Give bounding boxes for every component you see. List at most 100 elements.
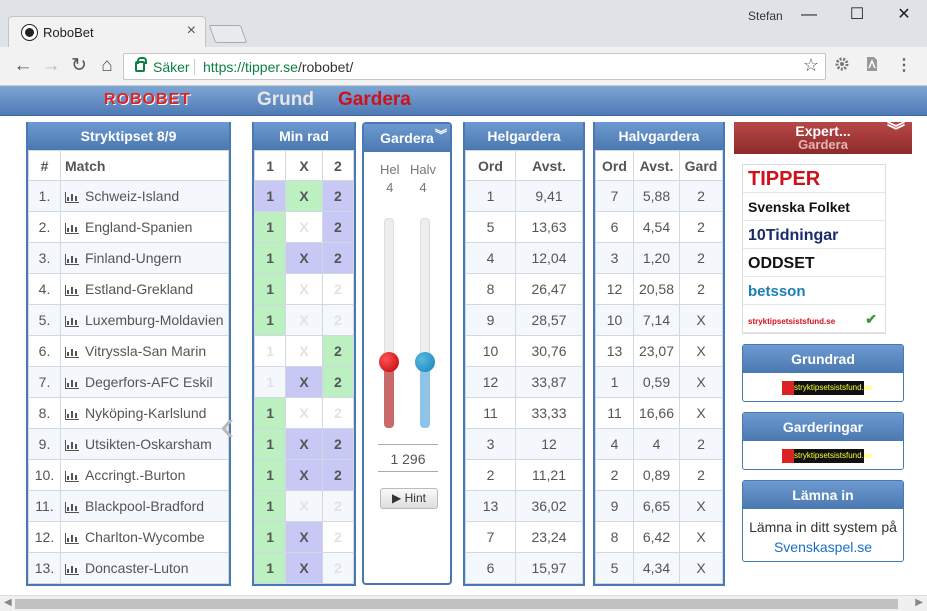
pick-1-cell[interactable]: 1 xyxy=(253,273,287,305)
pick-x-cell[interactable]: X xyxy=(285,521,323,553)
pick-1-cell[interactable]: 1 xyxy=(253,180,287,212)
match-cell[interactable]: Utsikten-Oskarsham xyxy=(60,428,229,460)
pick-2-cell[interactable]: 2 xyxy=(321,521,355,553)
url-text[interactable]: https://tipper.se/robobet/ xyxy=(203,59,353,75)
match-cell[interactable]: Blackpool-Bradford xyxy=(60,490,229,522)
pick-x-cell[interactable]: X xyxy=(285,242,323,274)
robobet-logo[interactable]: ROBOBET xyxy=(104,91,191,109)
address-bar[interactable]: Säker https://tipper.se/robobet/ ☆ xyxy=(123,53,826,80)
match-cell[interactable]: England-Spanien xyxy=(60,211,229,243)
pick-2-cell[interactable]: 2 xyxy=(321,490,355,522)
pick-1-cell[interactable]: 1 xyxy=(253,428,287,460)
match-cell[interactable]: Doncaster-Luton xyxy=(60,552,229,584)
extension-gear-icon[interactable] xyxy=(832,56,852,76)
pick-2-cell[interactable]: 2 xyxy=(321,180,355,212)
nav-grund[interactable]: Grund xyxy=(257,89,314,111)
match-cell[interactable]: Nyköping-Karlslund xyxy=(60,397,229,429)
halv-slider-knob[interactable] xyxy=(415,352,435,372)
menu-icon[interactable]: ⋮ xyxy=(894,56,914,76)
pick-x-cell[interactable]: X xyxy=(285,459,323,491)
nav-gardera[interactable]: Gardera xyxy=(338,89,411,111)
bar-chart-icon[interactable] xyxy=(65,470,79,482)
pdf-extension-icon[interactable] xyxy=(862,56,882,76)
expert-source-item[interactable]: 10Tidningar xyxy=(743,221,885,249)
hint-button[interactable]: ▶ Hint xyxy=(380,488,438,509)
pick-x-cell[interactable]: X xyxy=(285,304,323,336)
bar-chart-icon[interactable] xyxy=(65,346,79,358)
pick-1-cell[interactable]: 1 xyxy=(253,335,287,367)
pick-1-cell[interactable]: 1 xyxy=(253,366,287,398)
scroll-left-icon[interactable]: ◀ xyxy=(4,597,12,608)
bar-chart-icon[interactable] xyxy=(65,377,79,389)
pick-x-cell[interactable]: X xyxy=(285,428,323,460)
match-cell[interactable]: Luxemburg-Moldavien xyxy=(60,304,229,336)
reload-icon[interactable]: ↻ xyxy=(68,55,90,77)
pick-1-cell[interactable]: 1 xyxy=(253,397,287,429)
pick-1-cell[interactable]: 1 xyxy=(253,552,287,584)
new-tab-button[interactable] xyxy=(208,25,248,43)
svenskaspel-link[interactable]: Svenskaspel.se xyxy=(743,537,903,557)
match-cell[interactable]: Finland-Ungern xyxy=(60,242,229,274)
stryktipset-logo[interactable]: stryktipsetsistsfund.se xyxy=(782,449,872,463)
back-icon[interactable]: ← xyxy=(12,55,34,77)
bookmark-star-icon[interactable]: ☆ xyxy=(803,55,819,76)
bar-chart-icon[interactable] xyxy=(65,563,79,575)
garderingar-title[interactable]: Garderingar xyxy=(743,413,903,441)
pick-x-cell[interactable]: X xyxy=(285,397,323,429)
pick-1-cell[interactable]: 1 xyxy=(253,459,287,491)
profile-name[interactable]: Stefan xyxy=(748,9,783,23)
bar-chart-icon[interactable] xyxy=(65,439,79,451)
pick-x-cell[interactable]: X xyxy=(285,335,323,367)
bar-chart-icon[interactable] xyxy=(65,501,79,513)
gardera-header[interactable]: Gardera ︾ xyxy=(364,124,450,152)
pick-2-cell[interactable]: 2 xyxy=(321,335,355,367)
grundrad-title[interactable]: Grundrad xyxy=(743,345,903,373)
match-cell[interactable]: Degerfors-AFC Eskil xyxy=(60,366,229,398)
pick-2-cell[interactable]: 2 xyxy=(321,242,355,274)
halv-slider[interactable] xyxy=(415,218,435,428)
chevron-left-icon[interactable]: ‹ xyxy=(220,404,235,448)
pick-x-cell[interactable]: X xyxy=(285,366,323,398)
chevron-down-icon[interactable]: ︾ xyxy=(435,121,447,149)
match-cell[interactable]: Accringt.-Burton xyxy=(60,459,229,491)
pick-1-cell[interactable]: 1 xyxy=(253,211,287,243)
pick-1-cell[interactable]: 1 xyxy=(253,304,287,336)
match-cell[interactable]: Estland-Grekland xyxy=(60,273,229,305)
stryktipset-logo[interactable]: stryktipsetsistsfund.se xyxy=(782,381,872,395)
hel-slider-knob[interactable] xyxy=(379,352,399,372)
maximize-icon[interactable]: ☐ xyxy=(846,4,868,26)
minimize-icon[interactable]: — xyxy=(798,4,820,26)
pick-x-cell[interactable]: X xyxy=(285,552,323,584)
pick-2-cell[interactable]: 2 xyxy=(321,273,355,305)
hel-slider[interactable] xyxy=(379,218,399,428)
tab-close-icon[interactable]: × xyxy=(187,22,196,40)
expert-source-item[interactable]: stryktipsetsistsfund.se ✔ xyxy=(743,305,885,333)
pick-1-cell[interactable]: 1 xyxy=(253,242,287,274)
bar-chart-icon[interactable] xyxy=(65,191,79,203)
pick-1-cell[interactable]: 1 xyxy=(253,490,287,522)
scroll-right-icon[interactable]: ▶ xyxy=(915,597,923,608)
browser-tab[interactable]: RoboBet × xyxy=(8,16,206,47)
expert-source-item[interactable]: ODDSET xyxy=(743,249,885,277)
expert-source-item[interactable]: Svenska Folket xyxy=(743,193,885,221)
horizontal-scrollbar[interactable]: ◀ ▶ xyxy=(0,595,927,611)
bar-chart-icon[interactable] xyxy=(65,222,79,234)
expert-dropdown[interactable]: Expert... Gardera ︾ xyxy=(734,122,912,154)
close-icon[interactable]: ✕ xyxy=(893,4,915,26)
pick-1-cell[interactable]: 1 xyxy=(253,521,287,553)
pick-2-cell[interactable]: 2 xyxy=(321,397,355,429)
pick-x-cell[interactable]: X xyxy=(285,273,323,305)
match-cell[interactable]: Schweiz-Island xyxy=(60,180,229,212)
bar-chart-icon[interactable] xyxy=(65,253,79,265)
pick-x-cell[interactable]: X xyxy=(285,490,323,522)
pick-2-cell[interactable]: 2 xyxy=(321,428,355,460)
scrollbar-thumb[interactable] xyxy=(15,599,898,609)
home-icon[interactable]: ⌂ xyxy=(96,55,118,77)
pick-2-cell[interactable]: 2 xyxy=(321,211,355,243)
expert-source-item[interactable]: betsson xyxy=(743,277,885,305)
expert-source-item[interactable]: TIPPER xyxy=(743,165,885,193)
forward-icon[interactable]: → xyxy=(40,55,62,77)
pick-2-cell[interactable]: 2 xyxy=(321,459,355,491)
pick-2-cell[interactable]: 2 xyxy=(321,366,355,398)
match-cell[interactable]: Charlton-Wycombe xyxy=(60,521,229,553)
